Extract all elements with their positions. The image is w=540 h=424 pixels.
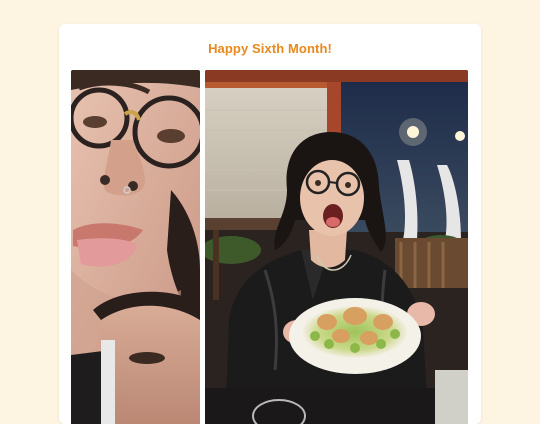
- post-title: Happy Sixth Month!: [208, 41, 332, 56]
- post-card: Happy Sixth Month!: [59, 24, 481, 424]
- dinner-restaurant-photo[interactable]: [205, 70, 468, 424]
- selfie-closeup-photo[interactable]: [71, 70, 200, 424]
